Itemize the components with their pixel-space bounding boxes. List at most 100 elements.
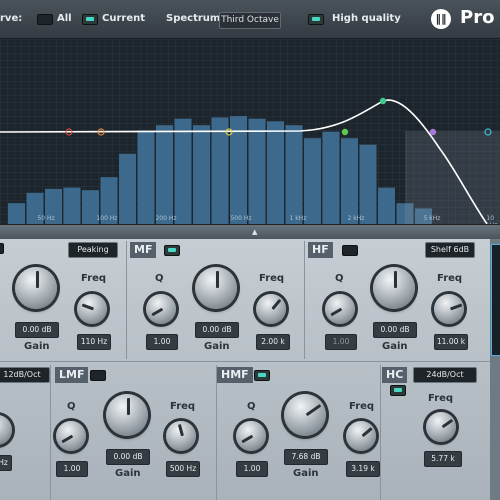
lmf-gain-knob[interactable] xyxy=(106,394,148,436)
level-meter xyxy=(491,244,500,356)
spectrum-bar xyxy=(341,138,358,224)
hmf-gain-knob[interactable] xyxy=(284,394,326,436)
hf-gain-knob[interactable] xyxy=(373,267,415,309)
hc-label: HC xyxy=(382,367,408,383)
mf-label: MF xyxy=(130,242,157,258)
high-quality-label: High quality xyxy=(332,13,401,24)
spectrum-bar xyxy=(285,125,303,224)
presonus-logo-icon: ‖‖ xyxy=(431,9,451,29)
lmf-gain-value[interactable]: 0.00 dB xyxy=(106,449,150,465)
lmf-q-knob[interactable] xyxy=(56,421,86,451)
hmf-freq-knob[interactable] xyxy=(346,421,376,451)
lf-freq-label: Freq xyxy=(81,273,107,284)
hc-freq-label: Freq xyxy=(428,393,454,404)
lf-enable-toggle[interactable] xyxy=(0,243,4,254)
lmf-gain-label: Gain xyxy=(115,468,141,479)
freq-label: 1 kHz xyxy=(289,215,307,222)
hf-q-value[interactable]: 1.00 xyxy=(325,334,357,350)
hf-label: HF xyxy=(308,242,333,258)
chevron-up-icon: ▲ xyxy=(252,228,258,236)
hc-enable-toggle[interactable] xyxy=(390,385,406,396)
hf-gain-label: Gain xyxy=(382,341,408,352)
freq-label: 200 Hz xyxy=(155,215,177,222)
mf-gain-value[interactable]: 0.00 dB xyxy=(195,322,239,338)
lc-freq-value[interactable]: Hz xyxy=(0,455,12,471)
spectrum-select[interactable]: Third Octave xyxy=(219,12,281,29)
freq-label: 5 kHz xyxy=(423,215,441,222)
freq-label: 100 Hz xyxy=(96,215,118,222)
hf-q-label: Q xyxy=(335,273,344,284)
spectrum-bar xyxy=(8,203,25,224)
lf-freq-value[interactable]: 110 Hz xyxy=(77,334,111,350)
hmf-gain-value[interactable]: 7.68 dB xyxy=(284,449,328,465)
hf-type-select[interactable]: Shelf 6dB xyxy=(425,242,475,258)
spectrum-bar xyxy=(174,118,192,224)
hc-slope-select[interactable]: 24dB/Oct xyxy=(413,367,477,383)
hf-gain-value[interactable]: 0.00 dB xyxy=(373,322,417,338)
hc-freq-value[interactable]: 5.77 k xyxy=(424,451,462,467)
spectrum-label: Spectrum xyxy=(166,13,221,24)
spectrum-bar xyxy=(304,138,321,224)
lf-type-select[interactable]: Peaking xyxy=(68,242,118,258)
eq-graph[interactable]: 50 Hz 100 Hz 200 Hz 500 Hz 1 kHz 2 kHz 5… xyxy=(0,39,500,229)
hmf-label: HMF xyxy=(217,367,253,383)
mf-gain-label: Gain xyxy=(204,341,230,352)
lf-gain-knob[interactable] xyxy=(15,267,57,309)
mf-q-value[interactable]: 1.00 xyxy=(146,334,178,350)
hmf-gain-label: Gain xyxy=(293,468,319,479)
all-toggle[interactable] xyxy=(37,14,53,25)
lmf-q-value[interactable]: 1.00 xyxy=(56,461,88,477)
mf-enable-toggle[interactable] xyxy=(164,245,180,256)
hf-freq-label: Freq xyxy=(437,273,463,284)
hmf-freq-label: Freq xyxy=(349,401,375,412)
hmf-q-value[interactable]: 1.00 xyxy=(236,461,268,477)
mf-freq-value[interactable]: 2.00 k xyxy=(256,334,290,350)
hf-freq-value[interactable]: 11.00 k xyxy=(434,334,468,350)
lmf-freq-value[interactable]: 500 Hz xyxy=(166,461,200,477)
hf-freq-knob[interactable] xyxy=(434,294,464,324)
all-label: All xyxy=(57,13,72,24)
hmf-q-label: Q xyxy=(247,401,256,412)
lc-freq-knob[interactable] xyxy=(0,415,12,445)
mf-gain-knob[interactable] xyxy=(195,267,237,309)
bands-panel: Peaking 0.00 dB Gain Freq 110 Hz MF Q 1.… xyxy=(0,239,490,500)
mf-q-label: Q xyxy=(155,273,164,284)
mf-freq-knob[interactable] xyxy=(256,294,286,324)
curve-label: rve: xyxy=(0,13,23,24)
spectrum-bar xyxy=(119,153,136,224)
hmf-node[interactable] xyxy=(379,97,387,105)
hf-enable-toggle[interactable] xyxy=(342,245,358,256)
hc-freq-knob[interactable] xyxy=(426,412,456,442)
lf-freq-knob[interactable] xyxy=(77,294,107,324)
lmf-freq-knob[interactable] xyxy=(166,421,196,451)
spectrum-bar xyxy=(156,125,173,224)
spectrum-bar xyxy=(378,187,395,224)
hmf-q-knob[interactable] xyxy=(236,421,266,451)
top-toolbar: rve: All Current Spectrum Third Octave H… xyxy=(0,0,500,39)
current-label: Current xyxy=(102,13,146,24)
mf-node[interactable] xyxy=(341,128,349,136)
spectrum-bar xyxy=(248,118,266,224)
lf-gain-value[interactable]: 0.00 dB xyxy=(15,322,59,338)
current-toggle[interactable] xyxy=(82,14,98,25)
panel-resize-handle[interactable]: ▲ xyxy=(0,224,500,240)
lc-slope-select[interactable]: 12dB/Oct xyxy=(0,367,50,383)
high-quality-toggle[interactable] xyxy=(308,14,324,25)
lmf-freq-label: Freq xyxy=(170,401,196,412)
lf-gain-label: Gain xyxy=(24,341,50,352)
mf-q-knob[interactable] xyxy=(146,294,176,324)
hmf-freq-value[interactable]: 3.19 k xyxy=(346,461,380,477)
lmf-enable-toggle[interactable] xyxy=(90,370,106,381)
lmf-label: LMF xyxy=(55,367,89,383)
spectrum-bar xyxy=(137,130,155,224)
hc-node[interactable] xyxy=(429,128,437,136)
spectrum-bar xyxy=(322,131,340,224)
spectrum-bar xyxy=(267,121,284,224)
logo-text: Pro xyxy=(460,7,495,28)
hmf-enable-toggle[interactable] xyxy=(254,370,270,381)
lmf-q-label: Q xyxy=(67,401,76,412)
spectrum-display xyxy=(0,39,500,224)
hf-q-knob[interactable] xyxy=(325,294,355,324)
freq-label: 2 kHz xyxy=(347,215,365,222)
mf-freq-label: Freq xyxy=(259,273,285,284)
